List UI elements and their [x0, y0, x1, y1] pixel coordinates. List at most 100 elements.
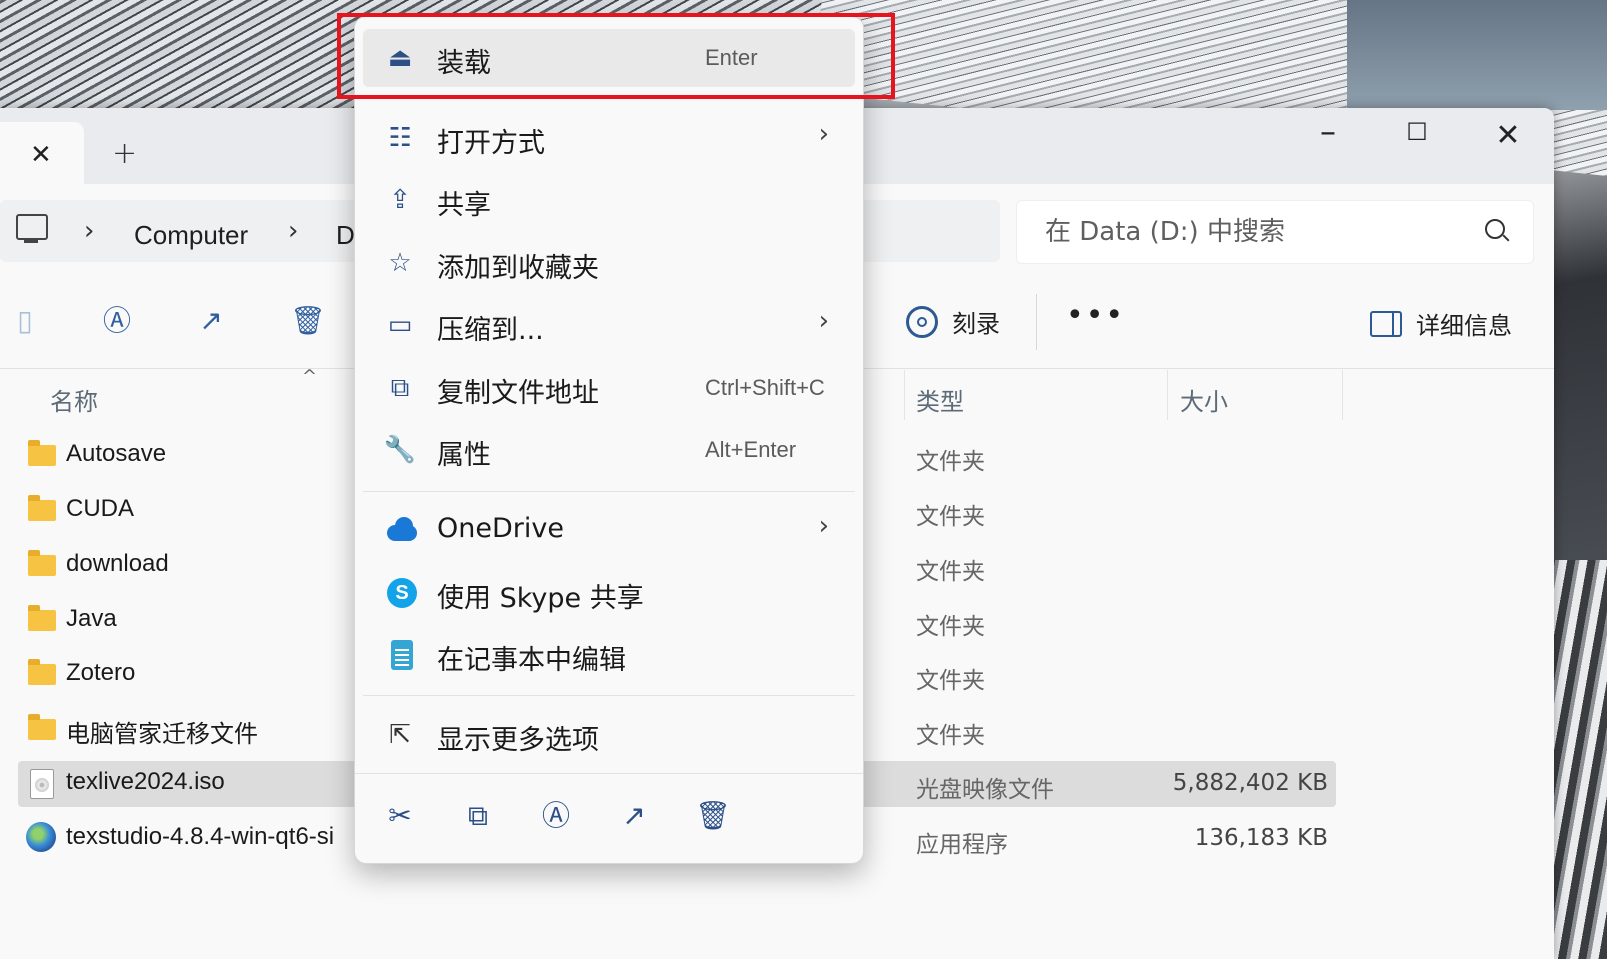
- menu-item-label: 共享: [437, 190, 491, 221]
- wrench-icon: 🔧: [383, 435, 417, 465]
- column-divider[interactable]: [904, 370, 905, 420]
- file-name: texstudio-4.8.4-win-qt6-si: [66, 823, 335, 850]
- details-pane-icon: [1370, 310, 1402, 337]
- menu-item-shortcut: Alt+Enter: [705, 437, 797, 462]
- menu-item-skype-share[interactable]: S 使用 Skype 共享: [363, 564, 855, 622]
- new-tab-button[interactable]: +: [112, 136, 137, 171]
- more-options-button[interactable]: •••: [1066, 298, 1125, 333]
- sort-ascending-icon: ^: [302, 366, 318, 387]
- paste-icon[interactable]: ▯: [10, 306, 40, 336]
- disc-icon: [906, 305, 938, 338]
- menu-item-shortcut: Ctrl+Shift+C: [705, 375, 825, 400]
- chevron-right-icon: ›: [818, 119, 829, 149]
- rename-icon[interactable]: Ⓐ: [539, 799, 573, 833]
- column-header-type[interactable]: 类型: [916, 382, 964, 440]
- menu-item-label: OneDrive: [437, 513, 564, 544]
- red-highlight-box: [337, 13, 895, 99]
- skype-icon: S: [383, 578, 417, 608]
- share-icon: ⇪: [389, 185, 411, 215]
- chevron-right-icon[interactable]: ›: [84, 216, 94, 246]
- burn-button[interactable]: 刻录: [906, 304, 1000, 339]
- explorer-tab[interactable]: ✕: [0, 122, 84, 184]
- menu-item-onedrive[interactable]: OneDrive ›: [363, 501, 855, 559]
- details-label: 详细信息: [1416, 312, 1512, 340]
- column-header-name[interactable]: 名称: [50, 382, 98, 440]
- computer-icon[interactable]: [16, 214, 48, 243]
- copy-icon[interactable]: ⧉: [461, 799, 495, 833]
- menu-divider: [363, 491, 855, 492]
- close-tab-icon[interactable]: ✕: [30, 140, 52, 170]
- folder-icon: [28, 605, 56, 631]
- file-name: CUDA: [66, 495, 135, 522]
- breadcrumb-computer[interactable]: Computer: [134, 220, 248, 251]
- column-divider[interactable]: [1167, 370, 1168, 420]
- menu-item-add-favorites[interactable]: ☆ 添加到收藏夹: [363, 234, 855, 292]
- folder-icon: [28, 714, 56, 740]
- menu-item-compress[interactable]: ▭ 压缩到... ›: [363, 296, 855, 354]
- file-type: 文件夹: [916, 559, 985, 585]
- rename-icon[interactable]: Ⓐ: [102, 306, 132, 336]
- file-type: 文件夹: [916, 668, 985, 694]
- menu-item-share[interactable]: ⇪ 共享: [363, 171, 855, 229]
- open-with-icon: ☷: [388, 123, 412, 153]
- file-name: Autosave: [66, 440, 167, 467]
- file-name: Zotero: [66, 659, 136, 686]
- cut-icon[interactable]: ✂: [383, 799, 417, 833]
- search-box[interactable]: [1016, 200, 1534, 264]
- folder-icon: [28, 550, 56, 576]
- app-icon: [26, 822, 56, 852]
- chevron-right-icon: ›: [818, 511, 829, 541]
- file-type: 文件夹: [916, 504, 985, 530]
- menu-divider: [363, 695, 855, 696]
- menu-item-label: 压缩到...: [437, 315, 544, 346]
- context-menu: ⏏ 装载 Enter ☷ 打开方式 › ⇪ 共享 ☆ 添加到收藏夹 ▭ 压缩到.…: [354, 16, 864, 864]
- file-name: 电脑管家迁移文件: [66, 721, 258, 748]
- folder-icon: [28, 495, 56, 521]
- copy-path-icon: ⧉: [390, 373, 410, 403]
- folder-icon: [28, 440, 56, 466]
- delete-icon[interactable]: 🗑: [695, 799, 731, 833]
- minimize-button[interactable]: –: [1298, 112, 1358, 150]
- file-type: 文件夹: [916, 723, 985, 749]
- chevron-right-icon[interactable]: ›: [288, 216, 298, 246]
- file-name: texlive2024.iso: [66, 768, 225, 795]
- menu-item-label: 属性: [437, 440, 491, 471]
- menu-item-label: 添加到收藏夹: [437, 253, 599, 284]
- share-icon[interactable]: ↗: [196, 306, 226, 336]
- file-size: 5,882,402 KB: [1172, 770, 1328, 796]
- breadcrumb-drive[interactable]: D: [336, 220, 355, 251]
- menu-item-edit-notepad[interactable]: 在记事本中编辑: [363, 626, 855, 684]
- menu-item-label: 在记事本中编辑: [437, 645, 626, 676]
- toolbar-divider: [1036, 294, 1037, 350]
- file-name: Java: [66, 605, 117, 632]
- file-name: download: [66, 550, 169, 577]
- show-more-icon: ⇱: [389, 720, 411, 750]
- delete-icon[interactable]: 🗑: [290, 306, 326, 336]
- compress-icon: ▭: [387, 310, 413, 340]
- burn-label: 刻录: [952, 310, 1000, 338]
- search-input[interactable]: [1043, 213, 1467, 251]
- search-icon[interactable]: [1485, 219, 1505, 239]
- menu-item-properties[interactable]: 🔧 属性 Alt+Enter: [363, 421, 855, 479]
- menu-item-show-more[interactable]: ⇱ 显示更多选项: [363, 706, 855, 764]
- file-type: 光盘映像文件: [916, 777, 1054, 803]
- menu-item-copy-path[interactable]: ⧉ 复制文件地址 Ctrl+Shift+C: [363, 359, 855, 417]
- menu-item-open-with[interactable]: ☷ 打开方式 ›: [363, 109, 855, 167]
- menu-quick-actions: ✂ ⧉ Ⓐ ↗ 🗑: [355, 773, 863, 863]
- onedrive-icon: [383, 515, 417, 545]
- menu-item-label: 复制文件地址: [437, 378, 599, 409]
- file-type: 文件夹: [916, 449, 985, 475]
- file-type: 应用程序: [916, 832, 1008, 858]
- menu-item-label: 使用 Skype 共享: [437, 583, 644, 614]
- close-window-button[interactable]: ✕: [1478, 118, 1538, 153]
- maximize-button[interactable]: ☐: [1387, 118, 1447, 146]
- disc-image-icon: [30, 769, 54, 799]
- column-header-size[interactable]: 大小: [1180, 382, 1228, 440]
- notepad-icon: [383, 640, 417, 670]
- menu-item-label: 显示更多选项: [437, 725, 599, 756]
- share-icon[interactable]: ↗: [617, 799, 651, 833]
- details-pane-button[interactable]: 详细信息: [1370, 306, 1512, 341]
- menu-item-label: 打开方式: [437, 128, 545, 159]
- column-divider[interactable]: [1342, 370, 1343, 420]
- chevron-right-icon: ›: [818, 306, 829, 336]
